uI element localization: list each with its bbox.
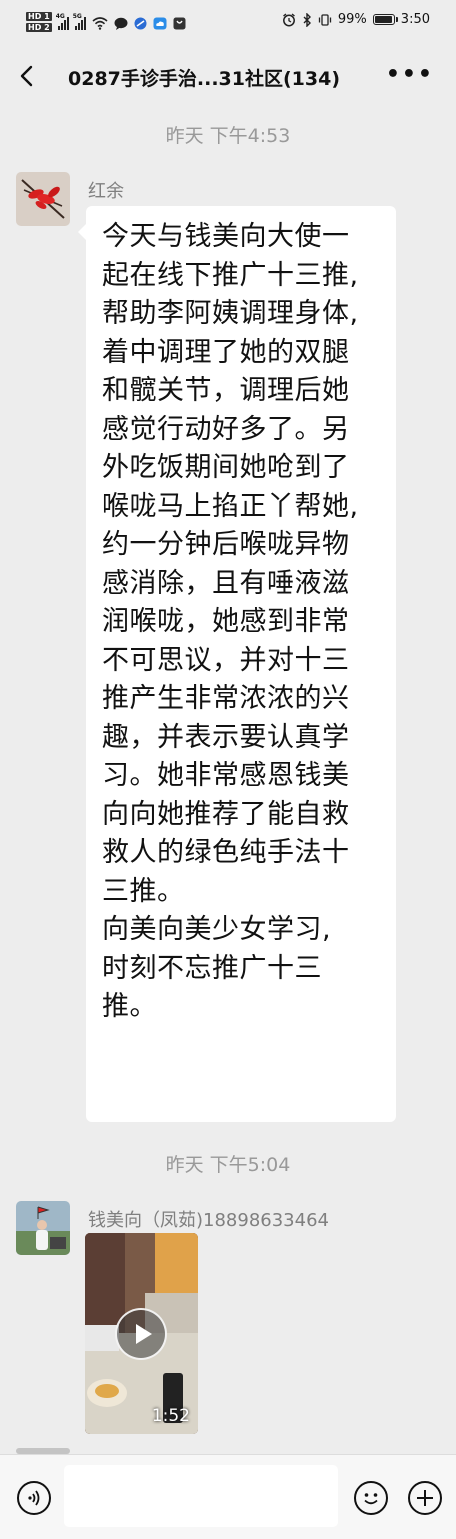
message-text-line: 感消除，且有唾液滋 [102, 567, 350, 599]
message-text-line: 外吃饭期间她呛到了 [102, 452, 350, 483]
net1-label: 4G [55, 13, 65, 20]
back-arrow-icon[interactable] [14, 62, 42, 90]
hd-indicator: HD 1 HD 2 [26, 12, 52, 34]
wifi-icon [92, 16, 108, 30]
message-text-line: 今天与钱美向大使一 [102, 221, 350, 252]
hd1-label: HD 1 [26, 12, 52, 21]
voice-input-icon[interactable] [17, 1481, 51, 1515]
chat-title: 0287手诊手治...31社区(134) [68, 68, 341, 90]
message-text-line: 时刻不忘推广十三 [102, 952, 322, 984]
message-input[interactable] [64, 1465, 338, 1527]
message-text-line: 润喉咙，她感到非常 [102, 606, 350, 637]
shopping-bag-icon [173, 17, 186, 29]
flower-avatar-icon [16, 172, 70, 226]
message-text-line: 三推。 [102, 875, 185, 907]
message-timestamp: 昨天 下午5:04 [165, 1154, 291, 1176]
sender-name: 红余 [88, 181, 124, 202]
cloud-icon [153, 17, 167, 29]
sender-name: 钱美向（凤茹)18898633464 [88, 1210, 329, 1231]
message-text-line: 着中调理了她的双腿 [102, 336, 350, 368]
more-options-icon[interactable]: ••• [386, 62, 434, 87]
message-timestamp: 昨天 下午4:53 [165, 125, 291, 147]
battery-percent: 99% [337, 12, 367, 27]
message-text-line: 向向她推荐了能自救 [102, 798, 350, 830]
status-bar: HD 1 HD 2 4G 5G 99% 3:50 [0, 0, 456, 44]
avatar[interactable] [16, 1201, 70, 1255]
message-bubble-icon [114, 17, 128, 30]
add-more-icon[interactable] [408, 1481, 442, 1515]
avatar[interactable] [16, 172, 70, 226]
signal-5g-icon: 5G [72, 13, 86, 30]
message-text-line: 感觉行动好多了。另 [102, 413, 350, 445]
status-left: HD 1 HD 2 4G 5G [26, 12, 186, 34]
hd2-label: HD 2 [26, 23, 52, 32]
signal-4g-icon: 4G [55, 13, 69, 30]
vibrate-icon [318, 13, 332, 26]
emoji-icon[interactable] [354, 1481, 388, 1515]
battery-fill [374, 16, 392, 23]
play-icon[interactable] [115, 1308, 167, 1360]
alarm-icon [282, 12, 295, 26]
video-duration: 1:52 [151, 1406, 190, 1426]
message-text-line: 向美向美少女学习, [102, 914, 332, 945]
message-text-line: 和髋关节，调理后她 [102, 375, 350, 406]
battery-icon [372, 14, 398, 25]
message-text-line: 不可思议，并对十三 [102, 644, 350, 676]
message-text-line: 习。她非常感恩钱美 [102, 760, 350, 791]
input-bar [0, 1454, 456, 1539]
browser-icon [134, 17, 147, 29]
message-text-line: 救人的绿色纯手法十 [102, 837, 350, 868]
clock: 3:50 [400, 12, 430, 27]
chat-header: 0287手诊手治...31社区(134) ••• [0, 44, 456, 110]
message-bubble[interactable]: 今天与钱美向大使一 起在线下推广十三推, 帮助李阿姨调理身体, 着中调理了她的双腿 和髋… [78, 206, 396, 1122]
message-text-line: 喉咙马上掐正丫帮她, [102, 490, 359, 522]
status-right: 99% 3:50 [282, 12, 430, 27]
message-text-line: 推。 [102, 991, 157, 1022]
message-text-line: 起在线下推广十三推, [102, 259, 359, 291]
video-message[interactable]: 1:52 [85, 1233, 198, 1434]
person-photo-avatar-icon [16, 1201, 70, 1255]
bluetooth-icon [303, 12, 311, 27]
message-text-line: 约一分钟后喉咙异物 [102, 529, 350, 560]
message-text-line: 趣，并表示要认真学 [102, 721, 350, 753]
message-text-line: 帮助李阿姨调理身体, [102, 298, 359, 329]
message-text-line: 推产生非常浓浓的兴 [102, 683, 350, 714]
net2-label: 5G [72, 13, 82, 20]
